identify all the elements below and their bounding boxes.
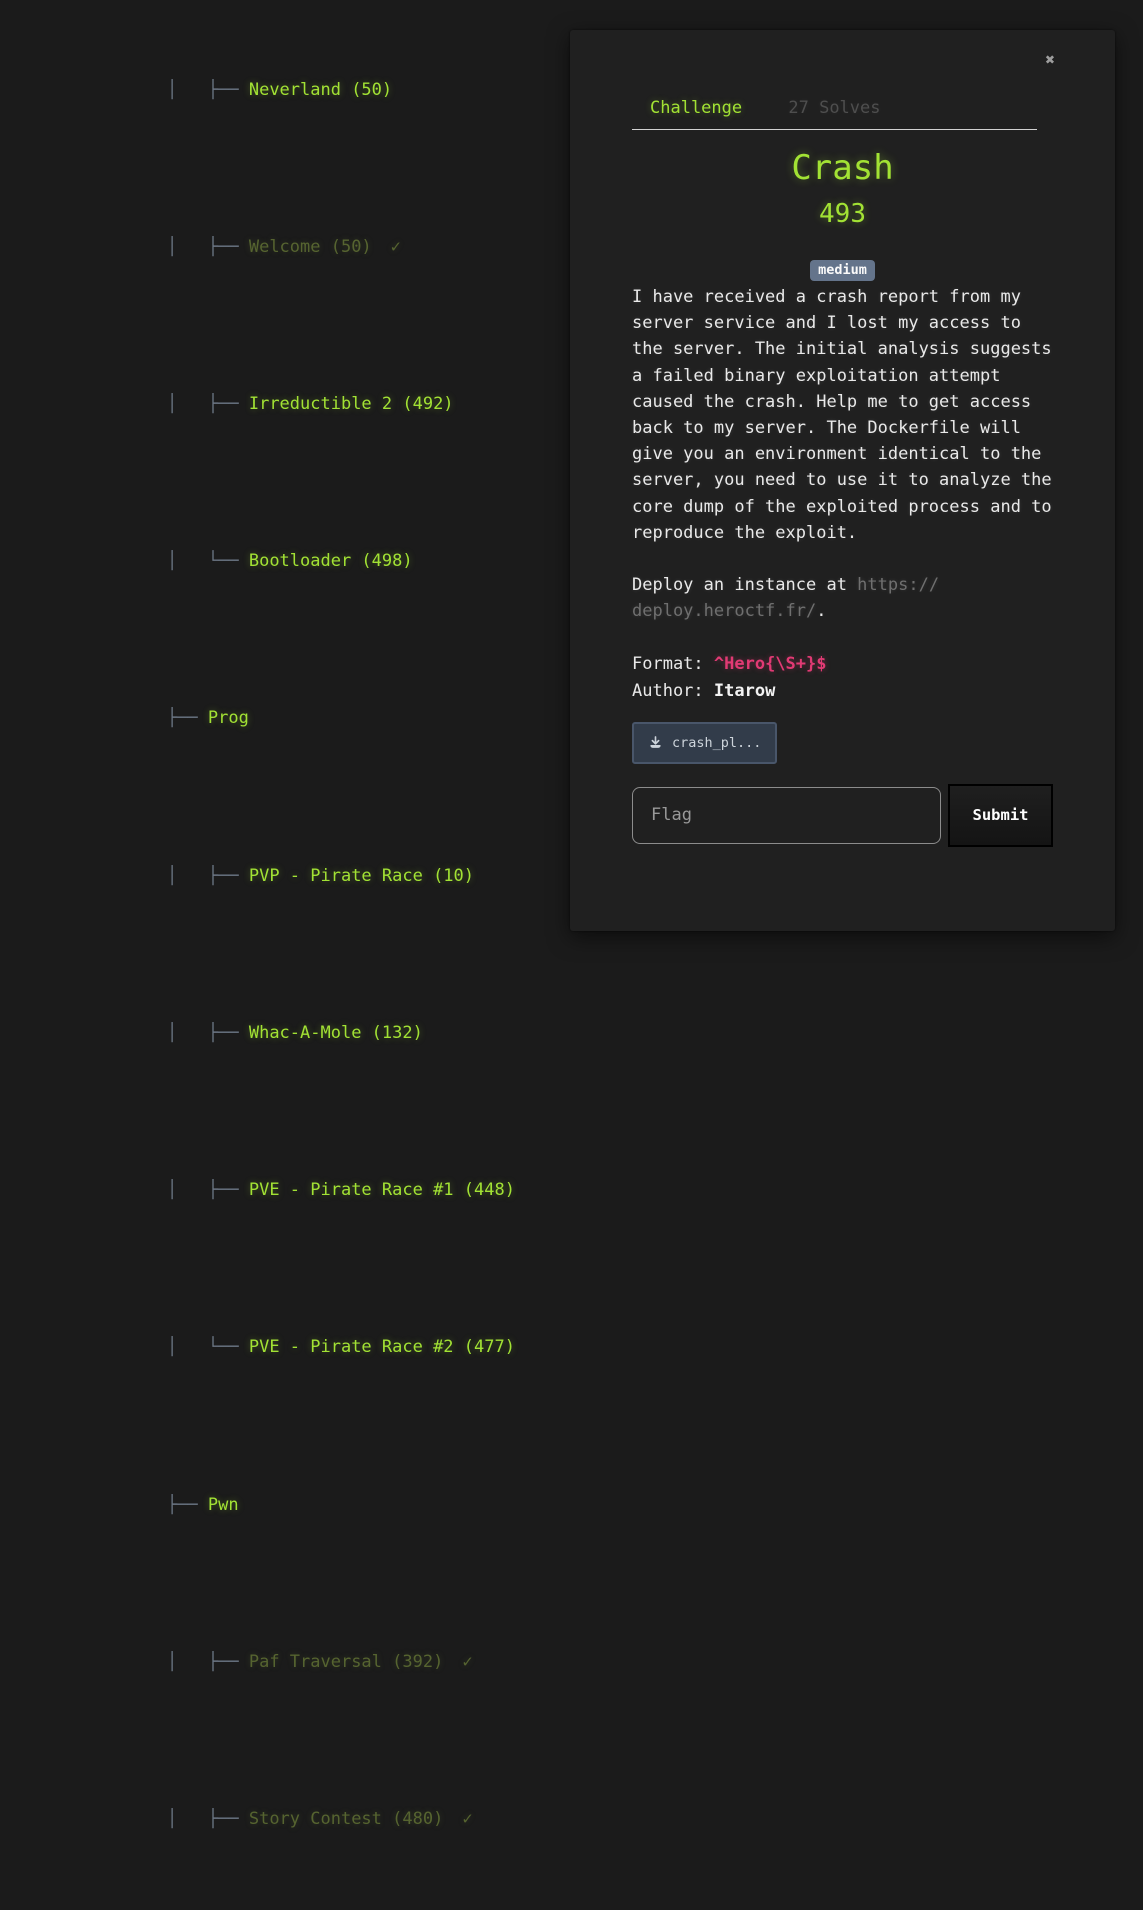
tree-branch-lines: │ └── [167, 551, 249, 571]
submit-button[interactable]: Submit [948, 784, 1053, 847]
tree-branch-lines: │ └── [167, 1337, 249, 1357]
tree-branch-lines: │ ├── [167, 80, 249, 100]
tree-row: │ ├── PVE - Pirate Race #1 (448) [126, 1151, 576, 1230]
tree-branch-lines: │ ├── [167, 1652, 249, 1672]
deploy-suffix: . [816, 601, 826, 621]
tree-branch-lines: │ ├── [167, 394, 249, 414]
challenge-description: I have received a crash report from my s… [632, 284, 1053, 546]
format-label: Format: [632, 654, 714, 674]
tree-branch-lines: ├── [167, 708, 208, 728]
tree-item-label[interactable]: PVE - Pirate Race #2 (477) [249, 1337, 515, 1357]
tab-solves[interactable]: 27 Solves [788, 98, 880, 118]
format-regex: ^Hero{\S+}$ [714, 654, 827, 674]
tree-row: │ ├── Neverland (50) [126, 50, 576, 129]
tree-row: │ ├── Whac-A-Mole (132) [126, 994, 576, 1073]
tree-item-label[interactable]: Paf Traversal (392) [249, 1652, 443, 1672]
challenge-modal: ✖ Challenge 27 Solves Crash 493 medium I… [570, 30, 1115, 931]
deploy-text: Deploy an instance at [632, 575, 857, 595]
difficulty-badge: medium [810, 260, 875, 281]
tree-item-label[interactable]: Welcome (50) [249, 237, 372, 257]
tree-branch-lines: │ ├── [167, 237, 249, 257]
challenge-tree: │ ├── Neverland (50) │ ├── Welcome (50) ✓… [126, 0, 576, 1910]
tree-item-label: Pwn [208, 1495, 239, 1515]
tree-row: │ └── PVE - Pirate Race #2 (477) [126, 1308, 576, 1387]
tree-branch-lines: ├── [167, 1495, 208, 1515]
flag-input[interactable] [632, 787, 941, 844]
tree-branch-lines: │ ├── [167, 1809, 249, 1829]
deploy-line: Deploy an instance at https://deploy.her… [632, 572, 1053, 624]
challenge-points: 493 [632, 199, 1053, 229]
tree-row: │ ├── Irreductible 2 (492) [126, 365, 576, 444]
tree-row: │ ├── Paf Traversal (392) ✓ [126, 1623, 576, 1702]
tree-item-label[interactable]: PVE - Pirate Race #1 (448) [249, 1180, 515, 1200]
solved-check-icon: ✓ [462, 1809, 472, 1829]
close-icon[interactable]: ✖ [1045, 52, 1055, 68]
download-attachment-button[interactable]: crash_pl... [632, 722, 777, 764]
download-label: crash_pl... [672, 735, 761, 751]
author-line: Author: Itarow [632, 678, 1053, 704]
tree-branch-lines: │ ├── [167, 1180, 249, 1200]
author-name: Itarow [714, 681, 775, 701]
tree-item-label[interactable]: Bootloader (498) [249, 551, 413, 571]
tree-category: ├── Pwn [126, 1465, 576, 1544]
tree-row: │ ├── PVP - Pirate Race (10) [126, 837, 576, 916]
tree-row: │ ├── Welcome (50) ✓ [126, 208, 576, 287]
tree-item-label: Prog [208, 708, 249, 728]
download-icon [648, 735, 663, 750]
tree-item-label[interactable]: Story Contest (480) [249, 1809, 443, 1829]
tree-row: │ └── Bootloader (498) [126, 522, 576, 601]
tree-row: │ ├── Story Contest (480) ✓ [126, 1780, 576, 1859]
tree-branch-lines: │ ├── [167, 866, 249, 886]
tree-item-label[interactable]: Whac-A-Mole (132) [249, 1023, 423, 1043]
tree-category: ├── Prog [126, 679, 576, 758]
format-line: Format: ^Hero{\S+}$ [632, 651, 1053, 677]
modal-tabs: Challenge 27 Solves [632, 98, 1037, 130]
tree-branch-lines: │ ├── [167, 1023, 249, 1043]
author-label: Author: [632, 681, 714, 701]
solved-check-icon: ✓ [462, 1652, 472, 1672]
challenge-title: Crash [632, 149, 1053, 187]
solved-check-icon: ✓ [391, 237, 401, 257]
tree-item-label[interactable]: Neverland (50) [249, 80, 392, 100]
tree-item-label[interactable]: PVP - Pirate Race (10) [249, 866, 474, 886]
tab-challenge[interactable]: Challenge [650, 98, 742, 118]
tree-item-label[interactable]: Irreductible 2 (492) [249, 394, 454, 414]
